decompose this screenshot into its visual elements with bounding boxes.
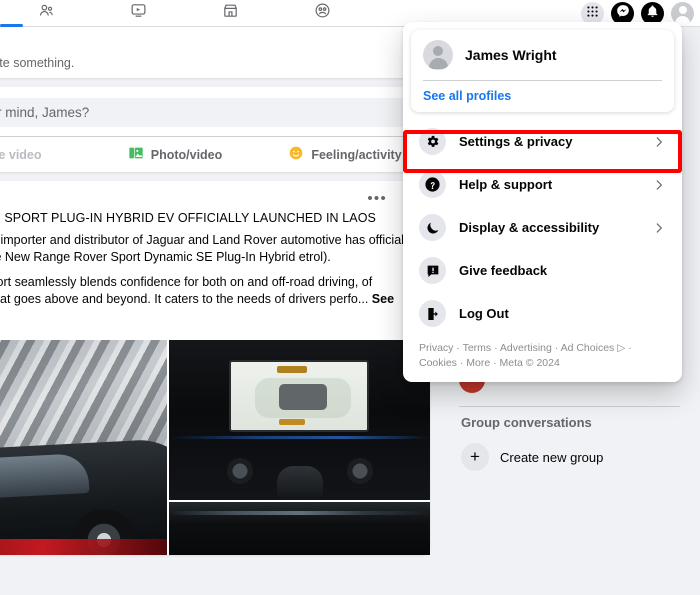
nav-tab-video[interactable] — [92, 0, 184, 27]
menu-item-label: Display & accessibility — [459, 220, 600, 235]
story-title: story — [0, 37, 416, 52]
chevron-right-icon — [652, 135, 666, 149]
nav-tab-marketplace[interactable] — [184, 0, 276, 27]
menu-item-label: Log Out — [459, 306, 509, 321]
post-body: GE ROVER SPORT PLUG-IN HYBRID EV OFFICIA… — [0, 209, 430, 340]
account-dropdown-menu: James Wright See all profiles Settings &… — [403, 22, 682, 382]
bell-icon — [646, 5, 659, 23]
post-media-grid — [0, 340, 430, 555]
dashboard-dial-left — [227, 458, 253, 484]
nav-tab-groups[interactable] — [276, 0, 368, 27]
create-new-group-button[interactable]: + Create new group — [459, 438, 686, 476]
nav-tabs — [0, 0, 368, 27]
post-paragraph-1: , the official importer and distributor … — [0, 233, 413, 264]
menu-item-settings-privacy[interactable]: Settings & privacy — [411, 120, 674, 163]
gear-selector — [277, 466, 323, 500]
post-paragraph-2-text: e Rover Sport seamlessly blends confiden… — [0, 275, 373, 306]
composer-photo-video-label: Photo/video — [150, 147, 223, 162]
post-image-interior-detail[interactable] — [169, 502, 430, 555]
post-paragraph-2: e Rover Sport seamlessly blends confiden… — [0, 274, 416, 325]
story-subtitle: photo or write something. — [0, 56, 75, 70]
profile-row[interactable]: James Wright — [423, 40, 662, 70]
photo-video-icon — [128, 145, 144, 164]
menu-item-give-feedback[interactable]: Give feedback — [411, 249, 674, 292]
plus-icon: + — [461, 443, 489, 471]
vehicle-window — [0, 452, 90, 503]
messenger-icon — [616, 4, 630, 23]
facebook-page: story photo or write something. s on you… — [0, 0, 700, 595]
menu-item-display-accessibility[interactable]: Display & accessibility — [411, 206, 674, 249]
screen-bottom-tab — [279, 419, 305, 425]
leather-trim-backdrop — [169, 502, 430, 555]
logout-icon — [419, 300, 446, 327]
dashboard-dial-right — [347, 458, 373, 484]
nav-tab-friends[interactable] — [0, 0, 92, 27]
ambient-light-strip — [169, 436, 430, 439]
create-new-group-label: Create new group — [500, 449, 604, 465]
composer-feeling-activity-label: Feeling/activity — [311, 147, 402, 162]
menu-item-label: Give feedback — [459, 263, 548, 278]
composer-input[interactable]: s on your mind, James? — [0, 98, 416, 127]
composer-card: s on your mind, James? ve video Photo/vi… — [0, 87, 430, 172]
hybrid-mode-tab — [277, 366, 307, 373]
composer-top-row: s on your mind, James? — [0, 87, 430, 136]
see-all-profiles-link[interactable]: See all profiles — [423, 89, 662, 106]
avatar — [423, 40, 453, 70]
profile-divider — [423, 80, 662, 81]
menu-item-label: Help & support — [459, 177, 553, 192]
chevron-right-icon — [652, 178, 666, 192]
red-ground-glow — [0, 539, 167, 555]
friends-icon — [38, 2, 55, 24]
post-image-vehicle-snow[interactable] — [0, 340, 167, 555]
menu-item-log-out[interactable]: Log Out — [411, 292, 674, 335]
gear-icon — [419, 128, 446, 155]
feeling-activity-icon — [288, 145, 304, 164]
sidebar-divider — [459, 406, 680, 407]
news-feed-column: story photo or write something. s on you… — [0, 27, 430, 564]
feed-post: ••• GE ROVER SPORT PLUG-IN HYBRID EV OFF… — [0, 181, 430, 555]
dropdown-footer: Privacy · Terms · Advertising · Ad Choic… — [411, 335, 674, 374]
profile-card: James Wright See all profiles — [411, 30, 674, 112]
question-circle-icon — [419, 171, 446, 198]
footer-line-2[interactable]: · More · Meta © 2024 — [460, 357, 560, 369]
post-image-right-column — [169, 340, 430, 555]
feedback-icon — [419, 257, 446, 284]
moon-icon — [419, 214, 446, 241]
profile-name: James Wright — [465, 47, 557, 63]
post-headline: GE ROVER SPORT PLUG-IN HYBRID EV OFFICIA… — [0, 211, 376, 225]
composer-actions: ve video Photo/video Feeling/activity — [0, 137, 430, 172]
group-conversations-title: Group conversations — [461, 415, 592, 430]
menu-item-label: Settings & privacy — [459, 134, 573, 149]
post-image-dashboard[interactable] — [169, 340, 430, 500]
infotainment-screen — [229, 360, 369, 432]
more-options-icon[interactable]: ••• — [367, 191, 387, 206]
story-card: story photo or write something. — [0, 27, 430, 78]
marketplace-icon — [222, 2, 239, 24]
video-icon — [130, 2, 147, 24]
grid-icon — [586, 5, 599, 23]
screen-vehicle-diagram — [279, 384, 327, 410]
composer-live-video-label: ve video — [0, 147, 42, 162]
post-header-actions: ••• — [0, 181, 430, 209]
composer-live-video-button[interactable]: ve video — [0, 137, 90, 172]
chevron-right-icon — [652, 221, 666, 235]
menu-item-help-support[interactable]: Help & support — [411, 163, 674, 206]
groups-icon — [314, 2, 331, 24]
composer-photo-video-button[interactable]: Photo/video — [90, 137, 260, 172]
